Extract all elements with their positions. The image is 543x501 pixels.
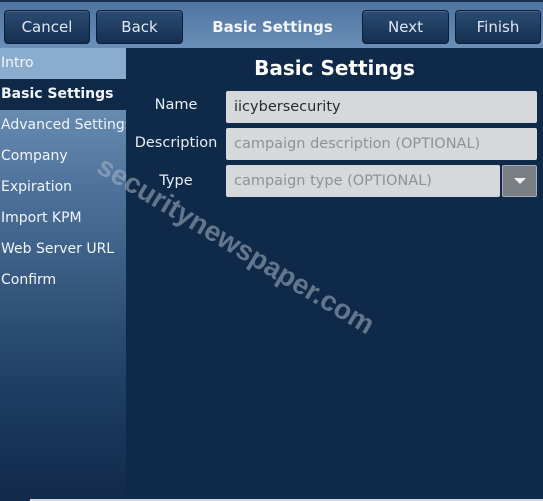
- type-dropdown-button[interactable]: [502, 165, 537, 197]
- sidebar: Intro Basic Settings Advanced Settings C…: [0, 48, 126, 501]
- description-label: Description: [134, 135, 218, 151]
- sidebar-item-confirm[interactable]: Confirm: [0, 265, 126, 296]
- name-label: Name: [154, 97, 198, 113]
- description-input[interactable]: campaign description (OPTIONAL): [226, 128, 537, 160]
- sidebar-item-web-server-url[interactable]: Web Server URL: [0, 234, 126, 265]
- sidebar-item-basic-settings[interactable]: Basic Settings: [0, 79, 126, 110]
- caret-down-icon: [513, 177, 526, 184]
- type-label: Type: [159, 173, 193, 189]
- sidebar-item-expiration[interactable]: Expiration: [0, 172, 126, 203]
- finish-button[interactable]: Finish: [455, 10, 541, 44]
- sidebar-item-company[interactable]: Company: [0, 141, 126, 172]
- type-input[interactable]: campaign type (OPTIONAL): [226, 165, 500, 197]
- sidebar-item-import-kpm[interactable]: Import KPM: [0, 203, 126, 234]
- cancel-button[interactable]: Cancel: [4, 10, 90, 44]
- wizard-title: Basic Settings: [212, 18, 333, 36]
- next-button[interactable]: Next: [362, 10, 449, 44]
- page-title: Basic Settings: [254, 56, 415, 80]
- sidebar-item-intro[interactable]: Intro: [0, 48, 126, 79]
- name-input[interactable]: iicybersecurity: [226, 91, 537, 123]
- main-panel: Basic Settings Name iicybersecurity Desc…: [126, 48, 543, 501]
- wizard-toolbar: Cancel Back Basic Settings Next Finish: [0, 0, 543, 48]
- back-button[interactable]: Back: [96, 10, 183, 44]
- sidebar-item-advanced-settings[interactable]: Advanced Settings: [0, 110, 126, 141]
